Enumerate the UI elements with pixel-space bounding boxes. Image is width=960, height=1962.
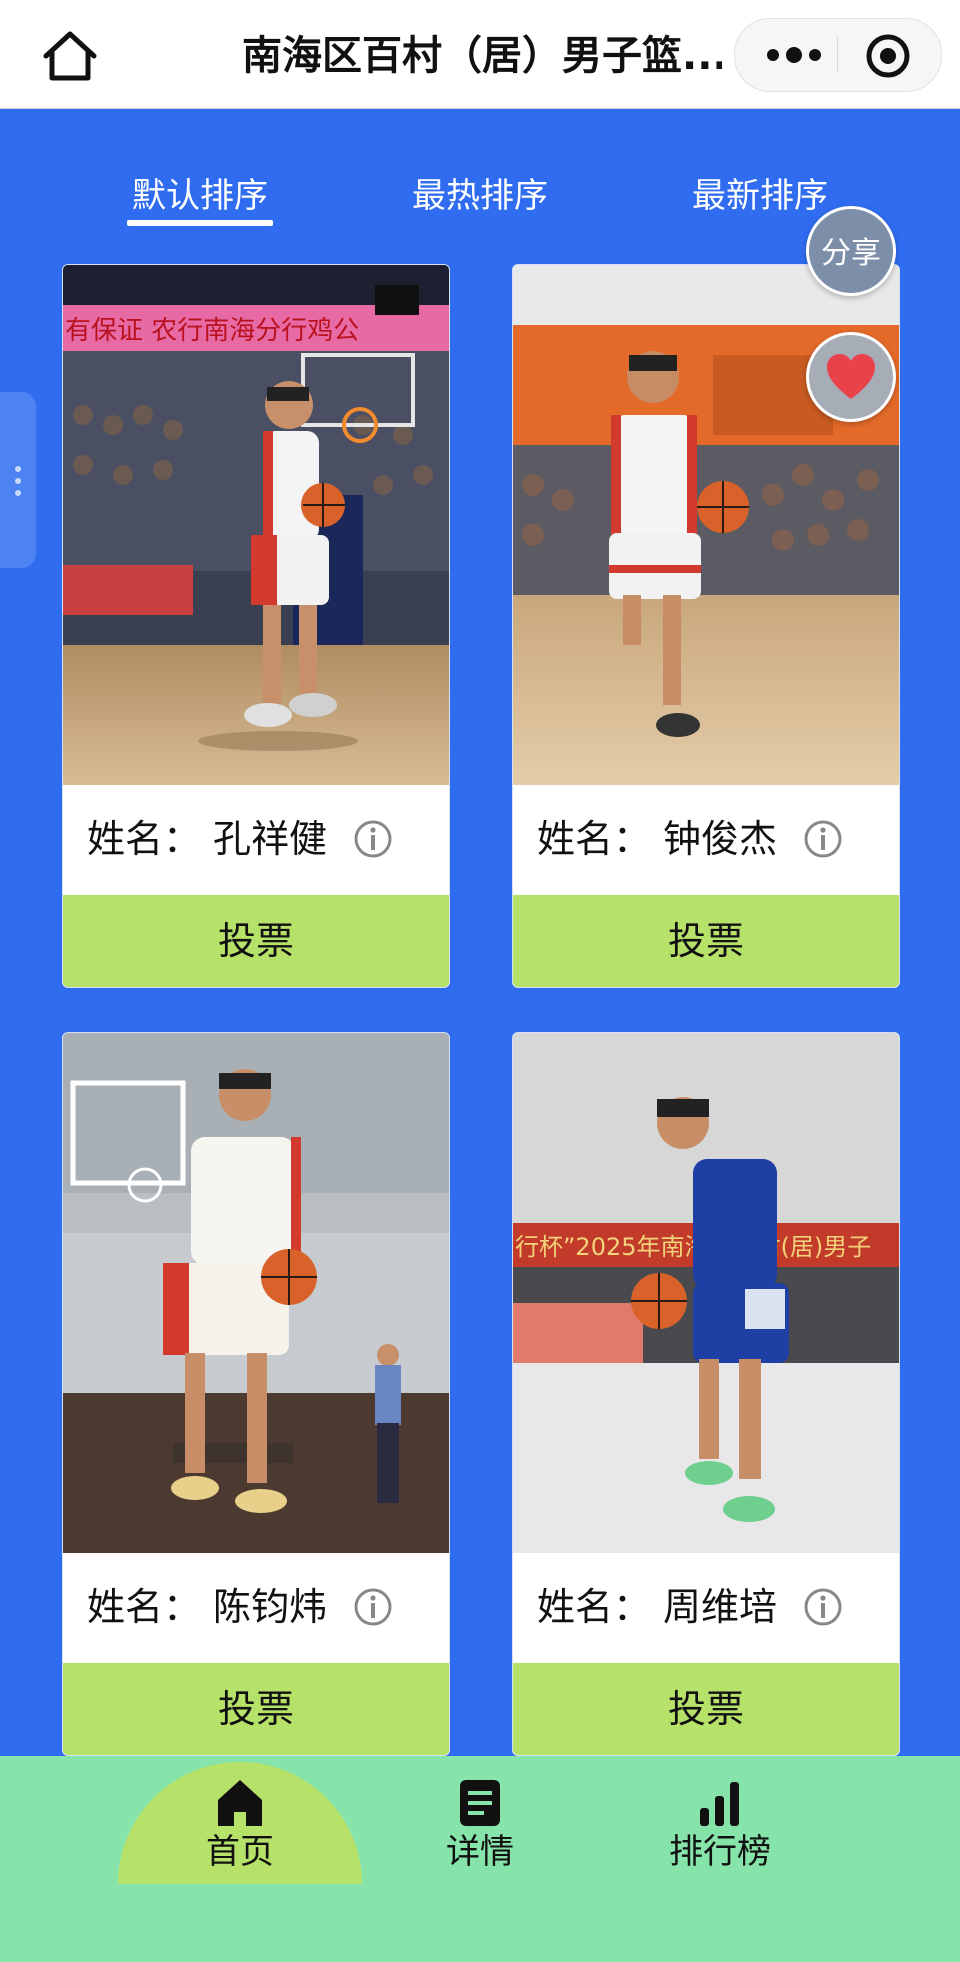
side-drawer-handle[interactable]: [0, 392, 36, 568]
tab-default-sort[interactable]: 默认排序: [120, 170, 280, 222]
player-name: 孔祥健: [213, 817, 328, 861]
mini-program-capsule: [734, 18, 942, 92]
bottom-nav: 首页 详情 排行榜: [0, 1756, 960, 1962]
tab-new-sort[interactable]: 最新排序: [680, 170, 840, 222]
player-card[interactable]: 行杯”2025年南海区百村(居)男子 姓名： 周维培 投票: [512, 1032, 900, 1756]
player-photo: [63, 1033, 449, 1553]
player-card[interactable]: 姓名： 陈钧炜 投票: [62, 1032, 450, 1756]
nav-ranking[interactable]: 排行榜: [630, 1778, 810, 1898]
heart-icon: [827, 354, 875, 399]
share-button[interactable]: 分享: [806, 206, 896, 296]
info-icon[interactable]: [353, 819, 393, 859]
player-photo: 行杯”2025年南海区百村(居)男子: [513, 1033, 899, 1553]
more-options-icon[interactable]: [759, 35, 829, 75]
nav-detail[interactable]: 详情: [390, 1778, 570, 1898]
vote-button[interactable]: 投票: [513, 1663, 899, 1755]
top-bar: 南海区百村（居）男子篮...: [0, 0, 960, 109]
home-icon[interactable]: [40, 28, 100, 84]
player-card[interactable]: 有保证 农行南海分行鸡公 姓名： 孔祥健 投票: [62, 264, 450, 988]
player-name-row: 姓名： 钟俊杰: [513, 785, 899, 895]
page-title: 南海区百村（居）男子篮...: [242, 33, 722, 79]
home-icon: [218, 1780, 262, 1826]
like-button[interactable]: [806, 332, 896, 422]
nav-home-label: 首页: [206, 1832, 274, 1872]
name-label: 姓名：: [537, 1585, 652, 1629]
name-label: 姓名：: [537, 817, 652, 861]
player-name-row: 姓名： 孔祥健: [63, 785, 449, 895]
info-icon[interactable]: [803, 819, 843, 859]
info-icon[interactable]: [353, 1587, 393, 1627]
player-name-row: 姓名： 陈钧炜: [63, 1553, 449, 1663]
player-name: 陈钧炜: [213, 1585, 328, 1629]
info-icon[interactable]: [803, 1587, 843, 1627]
close-mini-program-icon[interactable]: [865, 33, 911, 79]
vote-button[interactable]: 投票: [63, 895, 449, 987]
nav-home[interactable]: 首页: [150, 1778, 330, 1898]
bar-chart-icon: [700, 1782, 739, 1826]
player-name-row: 姓名： 周维培: [513, 1553, 899, 1663]
nav-ranking-label: 排行榜: [669, 1832, 771, 1872]
nav-detail-label: 详情: [446, 1832, 514, 1872]
capsule-divider: [837, 37, 838, 73]
vote-button[interactable]: 投票: [63, 1663, 449, 1755]
active-tab-underline: [127, 220, 273, 226]
vote-button[interactable]: 投票: [513, 895, 899, 987]
player-photo: 有保证 农行南海分行鸡公: [63, 265, 449, 785]
player-name: 周维培: [663, 1585, 778, 1629]
name-label: 姓名：: [87, 817, 202, 861]
svg-text:有保证 农行南海分行鸡公: 有保证 农行南海分行鸡公: [65, 316, 359, 346]
document-icon: [460, 1780, 500, 1826]
player-name: 钟俊杰: [663, 817, 778, 861]
name-label: 姓名：: [87, 1585, 202, 1629]
tab-hot-sort[interactable]: 最热排序: [400, 170, 560, 222]
